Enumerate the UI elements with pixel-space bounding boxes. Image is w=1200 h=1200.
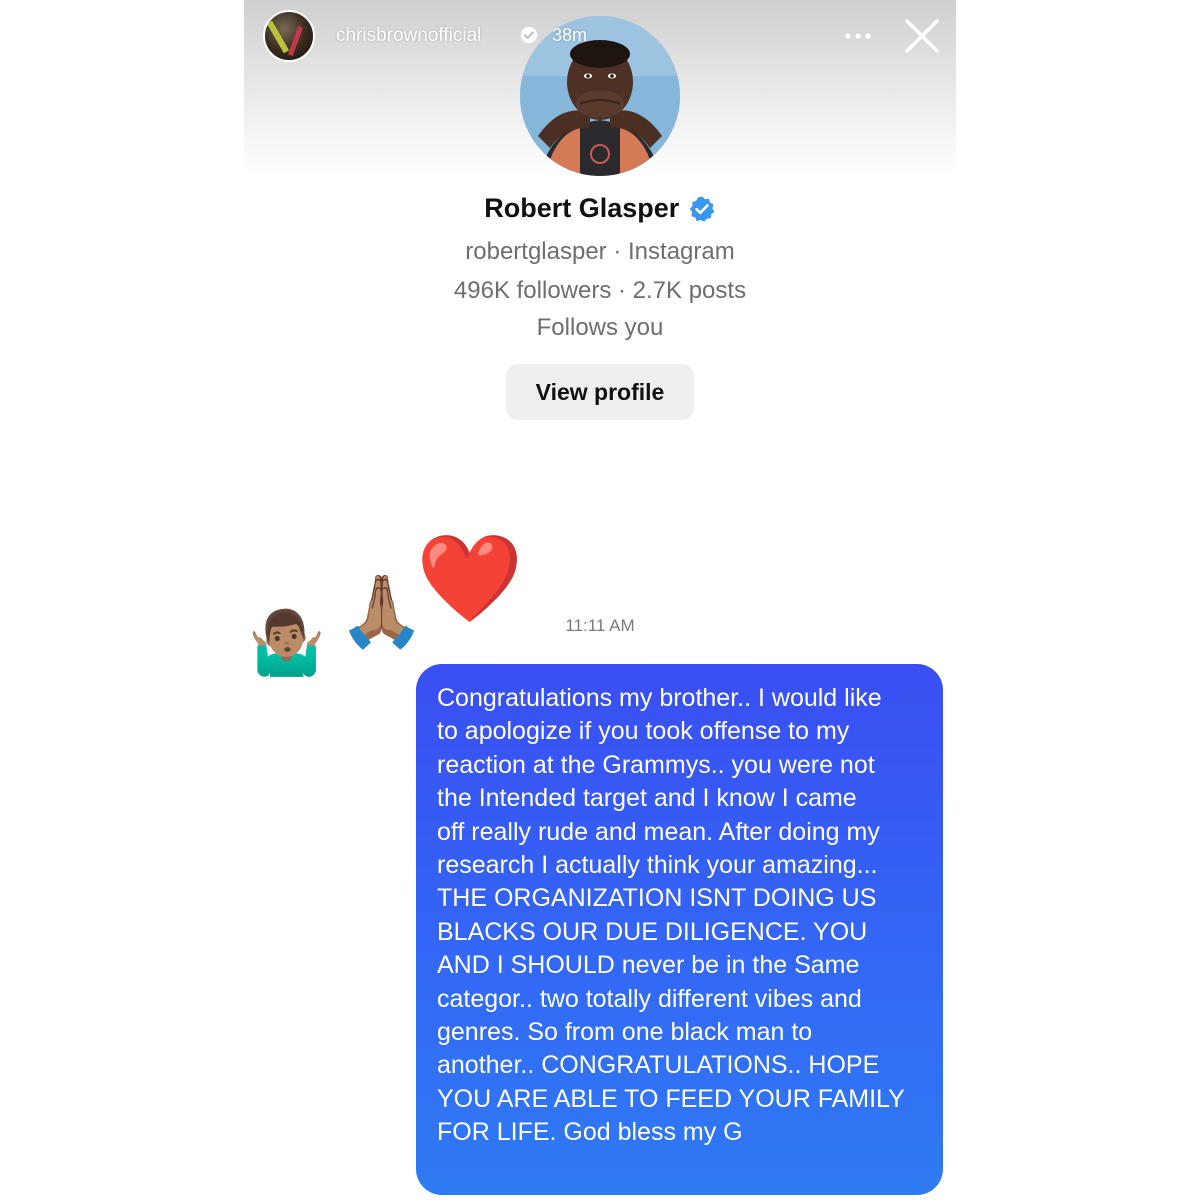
profile-display-name: Robert Glasper xyxy=(484,193,680,223)
verified-badge-icon xyxy=(520,26,538,44)
story-author-username[interactable]: chrisbrownofficial xyxy=(336,25,481,47)
shrug-emoji: 🤷🏽‍♂️ xyxy=(248,606,326,679)
story-author-avatar[interactable] xyxy=(263,10,315,62)
close-icon[interactable] xyxy=(902,16,942,56)
profile-name-row: Robert Glasper xyxy=(244,193,956,224)
profile-stats-line: 496K followers · 2.7K posts xyxy=(453,277,747,304)
story-timestamp: 38m xyxy=(552,25,588,45)
story-header: chrisbrownofficial 38m xyxy=(244,0,956,74)
folded-hands-emoji: 🙏🏽 xyxy=(338,570,426,652)
profile-follows-you: Follows you xyxy=(536,314,664,341)
red-heart-emoji: ❤️ xyxy=(416,529,524,629)
verified-badge-icon xyxy=(689,196,715,222)
message-bubble: Congratulations my brother.. I would lik… xyxy=(416,664,943,1195)
more-options-icon[interactable] xyxy=(840,24,876,48)
view-profile-button[interactable]: View profile xyxy=(506,364,694,420)
profile-handle-line: robertglasper · Instagram xyxy=(465,238,735,265)
